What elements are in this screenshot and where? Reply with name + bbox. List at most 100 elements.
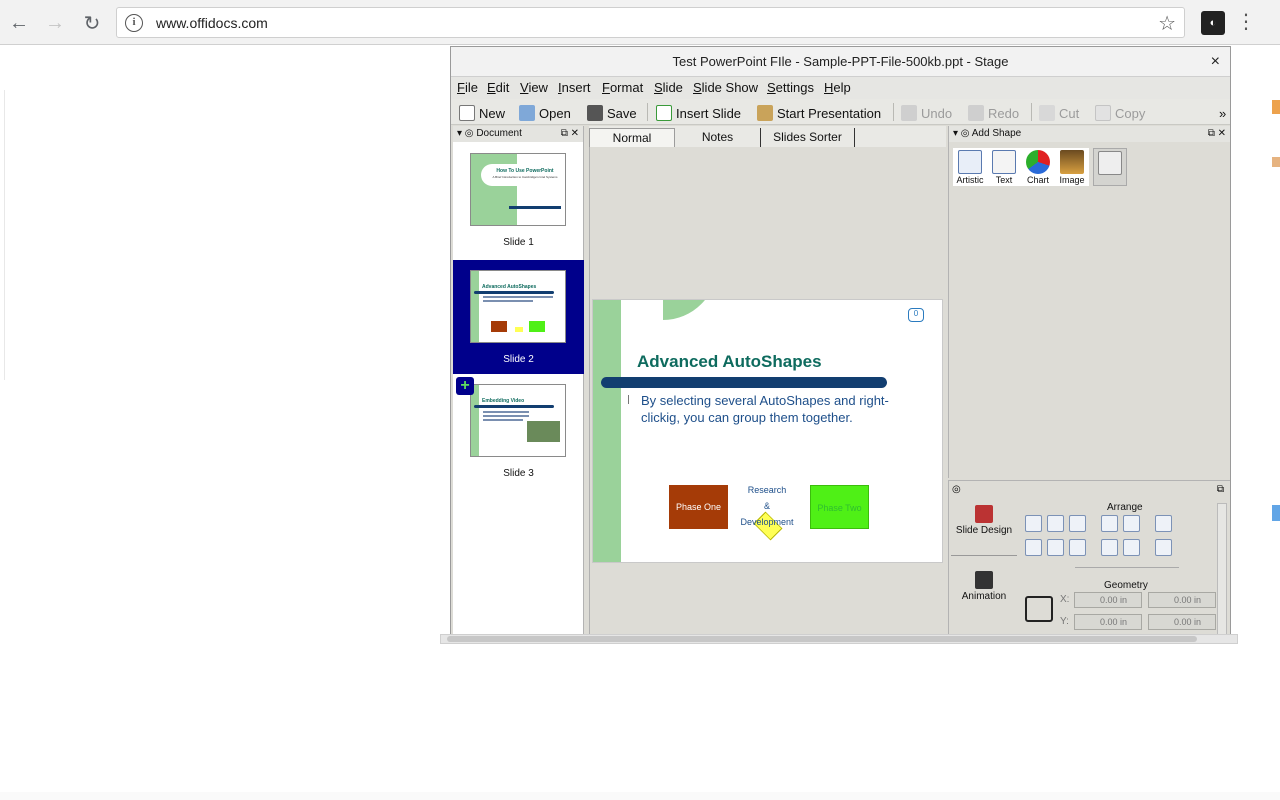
undo-icon [901,105,917,121]
menu-edit[interactable]: Edit [487,80,509,95]
height-input[interactable]: 0.00 in [1148,614,1216,630]
menu-bar: File Edit View Insert Format Slide Slide… [451,77,1230,99]
y-position-input[interactable]: 0.00 in [1074,614,1142,630]
research-development-label[interactable]: Research & Development [735,482,799,530]
toolbar-overflow-button[interactable]: » [1219,103,1226,123]
menu-slide[interactable]: Slide [654,80,683,95]
slide-thumbnail-3[interactable]: + Embedding Video Slide 3 [453,374,584,488]
rd-line-3: Development [740,517,794,527]
reload-icon[interactable]: ↻ [79,10,105,36]
align-middle-icon[interactable] [1047,539,1064,556]
bookmark-star-icon[interactable]: ☆ [1158,11,1176,36]
extension-icon[interactable]: ◐ [1201,11,1225,35]
add-chart-button[interactable]: Chart [1021,148,1055,186]
align-center-icon[interactable] [1047,515,1064,532]
properties-float-icon[interactable]: ⧉ [1217,484,1224,495]
add-slide-icon[interactable]: + [456,377,474,395]
scrollbar-thumb[interactable] [447,636,1197,642]
new-file-icon [459,105,475,121]
close-icon[interactable]: × [1211,47,1220,77]
animation-button[interactable]: Animation [951,571,1017,602]
text-icon [992,150,1016,174]
new-button[interactable]: New [459,103,505,123]
tab-normal[interactable]: Normal [589,128,675,147]
menu-settings[interactable]: Settings [767,80,814,95]
start-presentation-button[interactable]: Start Presentation [757,103,881,123]
slide-canvas-area[interactable]: 0 Advanced AutoShapes By selecting sever… [589,147,945,637]
align-right-icon[interactable] [1069,515,1086,532]
slide-design-button[interactable]: Slide Design [951,505,1017,536]
slide-body-text[interactable]: By selecting several AutoShapes and righ… [641,392,921,426]
slide-3-title: Embedding Video [482,398,525,404]
redo-button[interactable]: Redo [968,103,1019,123]
shapes-icon [1098,151,1122,175]
document-panel-header: ▾ ◎ Document ⧉ ✕ [453,126,583,142]
address-bar[interactable]: i www.offidocs.com ☆ [116,7,1185,38]
slide-thumbnail-2[interactable]: Advanced AutoShapes Slide 2 [453,260,584,374]
menu-view[interactable]: View [520,80,548,95]
comment-icon[interactable]: 0 [908,308,924,322]
document-panel-title: Document [476,128,522,139]
add-text-button[interactable]: Text [987,148,1021,186]
slide-title-bar[interactable] [601,377,887,388]
browser-toolbar: ← → ↻ i www.offidocs.com ☆ ◐ ⋮ [0,0,1280,45]
add-artistic-button[interactable]: Artistic [953,148,987,186]
slide-design-label: Slide Design [955,525,1013,536]
menu-format[interactable]: Format [602,80,643,95]
bring-forward-icon[interactable] [1101,515,1118,532]
undo-button[interactable]: Undo [901,103,952,123]
panel-float-close-icons[interactable]: ⧉ ✕ [561,126,579,142]
align-bottom-icon[interactable] [1069,539,1086,556]
menu-insert[interactable]: Insert [558,80,591,95]
animation-label: Animation [961,591,1007,602]
insert-slide-icon [656,105,672,121]
ungroup-icon[interactable] [1155,539,1172,556]
align-top-icon[interactable] [1025,539,1042,556]
menu-file[interactable]: File [457,80,478,95]
insert-slide-button[interactable]: Insert Slide [656,103,741,123]
open-button[interactable]: Open [519,103,571,123]
add-image-button[interactable]: Image [1055,148,1089,186]
rd-line-1: Research [747,485,787,495]
panel-collapse-icon[interactable]: ▾ ◎ [953,128,972,139]
menu-slide-show[interactable]: Slide Show [693,80,758,95]
align-left-icon[interactable] [1025,515,1042,532]
menu-help[interactable]: Help [824,80,851,95]
page-edge [1270,45,1280,800]
image-label: Image [1059,175,1085,185]
browser-menu-icon[interactable]: ⋮ [1236,10,1256,36]
tab-slides-sorter[interactable]: Slides Sorter [761,128,855,147]
save-button[interactable]: Save [587,103,637,123]
copy-button[interactable]: Copy [1095,103,1145,123]
send-to-back-icon[interactable] [1123,539,1140,556]
add-shape-more-button[interactable] [1093,148,1127,186]
image-icon [1060,150,1084,174]
info-icon[interactable]: i [125,14,143,32]
bring-to-front-icon[interactable] [1101,539,1118,556]
cut-button[interactable]: Cut [1039,103,1079,123]
properties-toggle-icon[interactable]: ◎ [952,484,961,495]
url-text[interactable]: www.offidocs.com [156,15,268,31]
properties-scrollbar[interactable] [1217,503,1227,635]
clapperboard-icon [975,571,993,589]
group-icon[interactable] [1155,515,1172,532]
slide-title[interactable]: Advanced AutoShapes [637,352,822,372]
send-backward-icon[interactable] [1123,515,1140,532]
save-icon [587,105,603,121]
horizontal-scrollbar[interactable] [440,634,1238,644]
tab-notes[interactable]: Notes [675,128,761,147]
forward-icon[interactable]: → [42,10,68,36]
slide-3-preview: Embedding Video [470,384,566,457]
phase-one-shape[interactable]: Phase One [669,485,728,529]
new-label: New [479,105,506,121]
phase-two-shape[interactable]: Phase Two [810,485,869,529]
panel-collapse-icon[interactable]: ▾ ◎ [457,128,476,139]
scissors-icon [1039,105,1055,121]
panel-float-close-icons[interactable]: ⧉ ✕ [1208,126,1226,142]
back-icon[interactable]: ← [6,10,32,36]
slide-thumbnail-1[interactable]: How To Use PowerPoint A Brief Introducti… [453,143,584,257]
x-position-input[interactable]: 0.00 in [1074,592,1142,608]
current-slide[interactable]: 0 Advanced AutoShapes By selecting sever… [592,299,943,563]
slide-1-title: How To Use PowerPoint [496,168,554,174]
width-input[interactable]: 0.00 in [1148,592,1216,608]
